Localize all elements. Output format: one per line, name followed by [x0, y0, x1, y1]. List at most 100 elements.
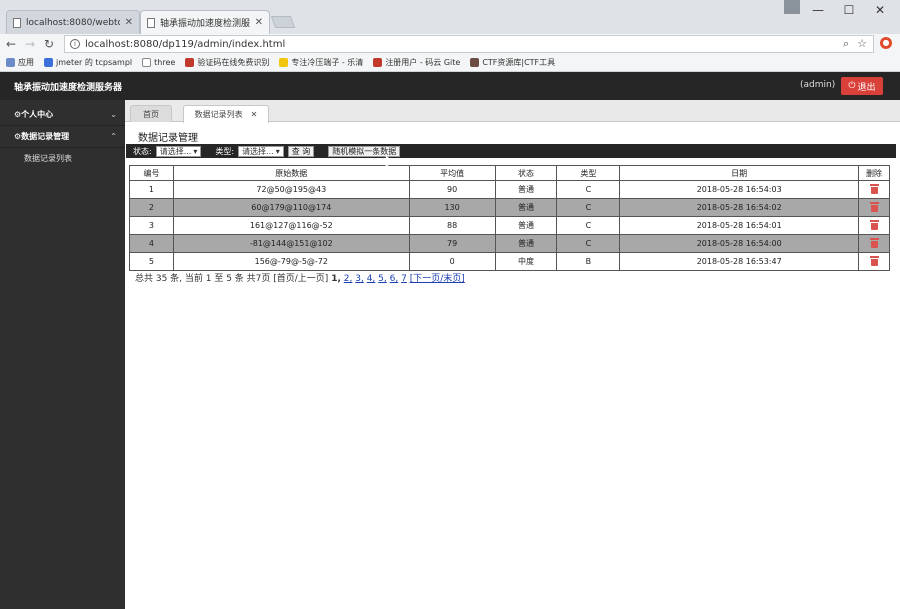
cell-date: 2018-05-28 16:54:01 — [619, 216, 859, 235]
column-header: 原始数据 — [172, 165, 410, 181]
shield-icon — [44, 58, 53, 67]
close-window-button[interactable]: ✕ — [865, 2, 895, 18]
tab-home[interactable]: 首页 — [130, 105, 172, 122]
trash-icon[interactable] — [869, 237, 879, 248]
query-button[interactable]: 查 询 — [287, 145, 315, 157]
cell-status: 普通 — [494, 216, 558, 235]
page-link[interactable]: 4, — [367, 274, 376, 284]
bookmark-label: CTF资源库|CTF工具 — [482, 58, 556, 67]
page-link[interactable]: 2, — [344, 274, 353, 284]
bookmark-item[interactable]: three — [142, 58, 175, 67]
records-table: 编号 原始数据 平均值 状态 类型 日期 删除 1 72@50@195@43 9… — [129, 165, 890, 271]
maximize-button[interactable]: ☐ — [834, 2, 864, 18]
close-icon[interactable]: ✕ — [251, 110, 258, 119]
zoom-icon[interactable]: ⌕ — [843, 37, 849, 51]
page-link[interactable]: 3, — [355, 274, 364, 284]
bookmark-item[interactable]: 专注冷压端子 - 乐清 — [279, 57, 363, 68]
status-filter-label: 状态: — [133, 146, 152, 156]
sidebar-item-label: 数据记录管理 — [21, 132, 70, 141]
page-icon — [13, 17, 21, 28]
tab-record-list[interactable]: 数据记录列表 ✕ — [183, 105, 269, 123]
user-profile-icon[interactable] — [784, 0, 800, 14]
page-icon — [142, 58, 152, 67]
chevron-up-icon: ⌃ — [110, 132, 117, 141]
bookmark-label: three — [154, 58, 176, 67]
cell-status: 中度 — [494, 252, 558, 271]
reload-icon[interactable]: ↻ — [41, 37, 57, 51]
cell-raw-data: -81@144@151@102 — [172, 234, 410, 253]
close-icon[interactable]: ✕ — [255, 17, 263, 28]
column-header: 日期 — [619, 165, 859, 181]
next-last-link[interactable]: [下一页/末页] — [410, 274, 465, 284]
back-icon[interactable]: ← — [3, 37, 19, 51]
first-prev-link[interactable]: [首页/上一页] — [273, 274, 328, 284]
table-row: 2 60@179@110@174 130 普通 C 2018-05-28 16:… — [129, 198, 890, 217]
cell-type: C — [556, 180, 621, 199]
dropdown-arrow-icon: ▾ — [193, 146, 198, 156]
section-title: 数据记录管理 — [138, 133, 198, 144]
page-link[interactable]: 5, — [378, 274, 387, 284]
cell-type: C — [556, 216, 621, 235]
cell-delete — [858, 198, 890, 217]
trash-icon[interactable] — [869, 201, 879, 212]
dropdown-arrow-icon: ▾ — [275, 146, 280, 156]
star-icon[interactable]: ☆ — [857, 37, 867, 51]
close-icon[interactable]: ✕ — [125, 17, 133, 28]
sidebar-item-label: 数据记录列表 — [24, 153, 72, 163]
table-header-row: 编号 原始数据 平均值 状态 类型 日期 删除 — [129, 165, 890, 181]
logout-button[interactable]: ⏻ 退出 — [841, 77, 883, 95]
type-select[interactable]: 请选择... ▾ — [238, 145, 284, 157]
url-field[interactable]: i localhost:8080/dp119/admin/index.html … — [64, 35, 874, 53]
trash-icon[interactable] — [869, 255, 879, 266]
cell-delete — [858, 180, 890, 199]
status-select[interactable]: 请选择... ▾ — [155, 145, 202, 157]
cell-delete — [858, 216, 890, 235]
cell-id: 1 — [129, 180, 174, 199]
table-row: 4 -81@144@151@102 79 普通 C 2018-05-28 16:… — [129, 234, 890, 253]
sidebar-item-data-records[interactable]: ⚙ 数据记录管理 ⌃ — [0, 126, 125, 148]
browser-tab-1[interactable]: localhost:8080/webtc ✕ — [6, 10, 140, 34]
column-header: 状态 — [494, 165, 558, 181]
trash-icon[interactable] — [869, 219, 879, 230]
column-header: 类型 — [556, 165, 621, 181]
bookmark-item[interactable]: jmeter 的 tcpsampl — [44, 57, 132, 68]
cell-date: 2018-05-28 16:53:47 — [619, 252, 859, 271]
table-row: 1 72@50@195@43 90 普通 C 2018-05-28 16:54:… — [129, 180, 890, 199]
main-content: 首页 数据记录列表 ✕ 数据记录管理 状态: 请选择... ▾ 类型: 请选择.… — [125, 100, 900, 609]
watermark: https://www.huzhan.com/ishop39397 — [398, 542, 900, 572]
current-user: (admin) — [800, 80, 836, 90]
sidebar-item-personal-center[interactable]: ⚙ 个人中心 ⌄ — [0, 104, 125, 126]
cell-raw-data: 60@179@110@174 — [172, 198, 410, 217]
cell-raw-data: 156@-79@-5@-72 — [172, 252, 410, 271]
extension-icon[interactable]: ● — [880, 37, 892, 49]
page-link[interactable]: 7 — [401, 274, 407, 284]
bookmark-item[interactable]: 注册用户 - 码云 Gite — [373, 57, 460, 68]
browser-tab-2[interactable]: 轴承振动加速度检测服务 ✕ — [140, 10, 270, 34]
minimize-button[interactable]: — — [803, 2, 833, 18]
bookmark-item[interactable]: 验证码在线免费识别 — [185, 57, 269, 68]
cell-average: 90 — [408, 180, 496, 199]
bookmark-item[interactable]: 应用 — [6, 57, 34, 68]
info-icon[interactable]: i — [70, 39, 80, 49]
bookmark-item[interactable]: CTF资源库|CTF工具 — [470, 57, 555, 68]
logout-label: 退出 — [857, 82, 876, 93]
forward-icon[interactable]: → — [22, 37, 38, 51]
page-tab-strip: 首页 数据记录列表 ✕ — [125, 100, 900, 123]
bookmark-label: 专注冷压端子 - 乐清 — [291, 58, 364, 67]
column-header: 删除 — [858, 165, 890, 181]
new-tab-button[interactable] — [270, 16, 296, 28]
bookmark-label: 应用 — [18, 58, 34, 67]
browser-tab-2-label: 轴承振动加速度检测服务 — [160, 19, 250, 29]
url-text: localhost:8080/dp119/admin/index.html — [85, 38, 286, 50]
status-select-value: 请选择... — [159, 146, 192, 156]
cell-delete — [858, 252, 890, 271]
address-bar-row: ← → ↻ i localhost:8080/dp119/admin/index… — [0, 34, 900, 54]
cell-raw-data: 161@127@116@-52 — [172, 216, 410, 235]
current-page: 1, — [331, 274, 341, 284]
page-icon — [147, 17, 155, 28]
cell-status: 普通 — [494, 198, 558, 217]
trash-icon[interactable] — [869, 183, 879, 194]
page-link[interactable]: 6, — [390, 274, 399, 284]
apps-icon — [6, 58, 15, 67]
sidebar-item-record-list[interactable]: 数据记录列表 — [0, 148, 125, 168]
